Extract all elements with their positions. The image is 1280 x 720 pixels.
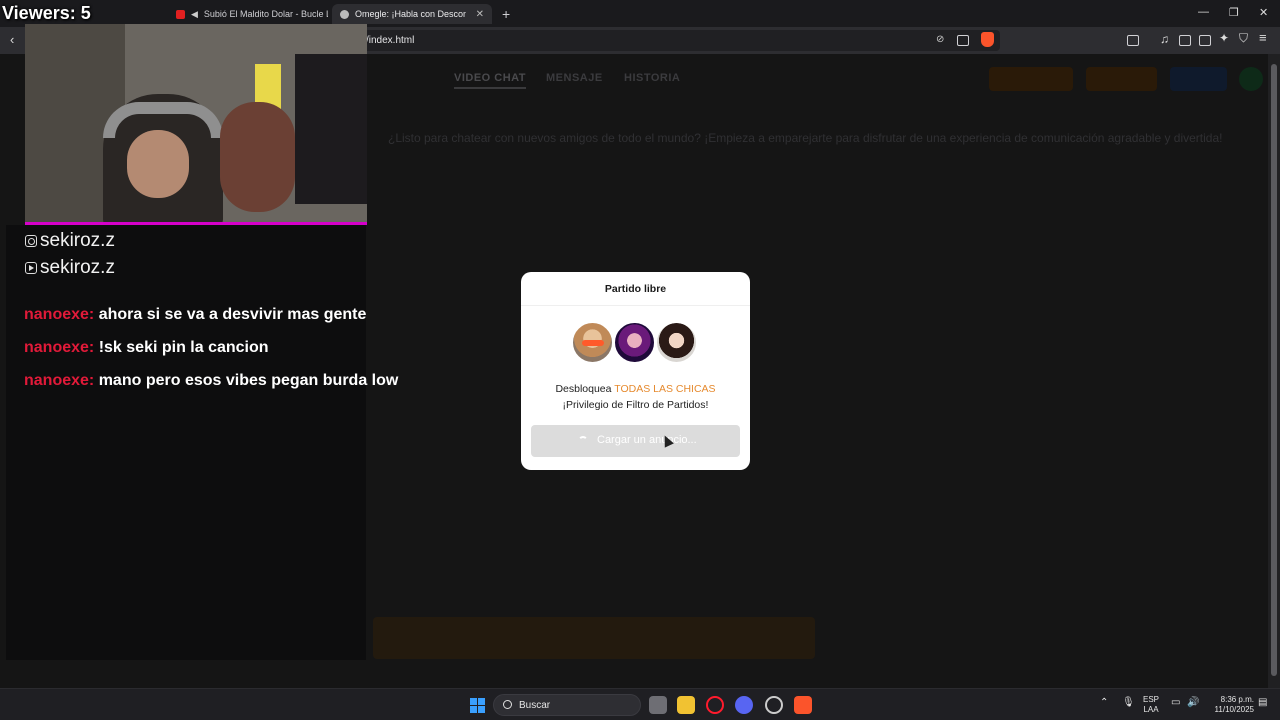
all-girls-highlight: TODAS LAS CHICAS: [614, 383, 716, 395]
instagram-handle-text: sekiroz.z: [40, 230, 115, 251]
header-button-3[interactable]: [1170, 67, 1227, 91]
minimize-icon[interactable]: —: [1198, 6, 1209, 18]
welcome-text: ¿Listo para chatear con nuevos amigos de…: [388, 131, 1223, 145]
opera-gx-icon[interactable]: [706, 696, 724, 714]
chat-username: nanoexe:: [24, 372, 95, 389]
tab-label: Omegle: ¡Habla con Desconocid: [355, 9, 466, 19]
header-button-1[interactable]: [989, 67, 1073, 91]
search-icon: [503, 700, 512, 709]
wallet-icon[interactable]: [1199, 35, 1211, 46]
tab-label: Subió El Maldito Dolar - Bucle Lu: [203, 9, 328, 19]
page-scrollbar[interactable]: [1268, 54, 1280, 688]
headphones-shape: [103, 102, 223, 138]
chat-username: nanoexe:: [24, 339, 95, 356]
avatar-group: [571, 321, 701, 365]
chat-message: nanoexe: ahora si se va a desvivir mas g…: [24, 303, 404, 327]
start-button[interactable]: [373, 617, 815, 659]
close-tab-icon[interactable]: ✕: [476, 9, 484, 20]
girl-avatar-1: [571, 321, 614, 364]
profile-avatar[interactable]: [1239, 67, 1263, 91]
nav-video-chat[interactable]: VIDEO CHAT: [454, 72, 527, 89]
volume-icon[interactable]: 🔊: [1187, 698, 1199, 708]
vpn-icon[interactable]: ⛉: [1239, 31, 1248, 46]
viewer-count: Viewers: 5: [2, 3, 91, 23]
nav-mensaje[interactable]: MENSAJE: [546, 72, 603, 84]
unlock-message: Desbloquea TODAS LAS CHICAS ¡Privilegio …: [531, 381, 740, 413]
chat-message: nanoexe: mano pero esos vibes pegan burd…: [24, 369, 404, 393]
discord-icon[interactable]: [735, 696, 753, 714]
brave-shields-icon[interactable]: [981, 32, 994, 47]
omegle-favicon-icon: [340, 9, 349, 19]
instagram-icon: [25, 235, 37, 247]
nav-historia[interactable]: HISTORIA: [624, 72, 680, 84]
cast-icon[interactable]: [957, 35, 969, 46]
chat-text: ahora si se va a desvivir mas gente: [98, 306, 367, 323]
network-icon[interactable]: ▭: [1171, 698, 1180, 708]
url-text: /index.html: [366, 35, 415, 46]
stream-chat-panel: [6, 225, 366, 660]
language-code: ESP: [1143, 695, 1160, 704]
tab-youtube[interactable]: ◀ Subió El Maldito Dolar - Bucle Lu: [168, 4, 328, 24]
unlock-text-start: Desbloquea: [555, 383, 615, 395]
load-ad-label: Cargar un anuncio...: [597, 434, 697, 446]
girl-avatar-2: [613, 321, 656, 364]
windows-start-icon[interactable]: [470, 698, 485, 713]
chat-text: mano pero esos vibes pegan burda low: [98, 372, 399, 389]
modal-divider: [521, 305, 750, 306]
sidebar-icon[interactable]: [1179, 35, 1191, 46]
language-sub: LAA: [1143, 705, 1159, 714]
tray-chevron-icon[interactable]: ⌃: [1100, 698, 1108, 708]
scrollbar-thumb[interactable]: [1271, 64, 1277, 676]
loading-spinner-icon: [578, 436, 588, 446]
notification-icon[interactable]: ▤: [1258, 698, 1267, 708]
cam-dark-area: [295, 54, 367, 204]
back-icon[interactable]: ‹: [10, 32, 14, 47]
load-ad-button[interactable]: Cargar un anuncio...: [531, 425, 740, 457]
chat-username: nanoexe:: [24, 306, 95, 323]
speaker-icon: ◀: [191, 8, 198, 19]
taskbar-search[interactable]: Buscar: [493, 694, 641, 716]
clock-date: 11/10/2025: [1214, 705, 1254, 714]
clock[interactable]: 8:36 p.m. 11/10/2025: [1208, 695, 1254, 715]
free-match-modal: Partido libre Desbloquea TODAS LAS CHICA…: [521, 272, 750, 470]
language-indicator[interactable]: ESP LAA: [1143, 695, 1159, 715]
instagram-handle: sekiroz.z: [25, 230, 115, 252]
screen: ◀ Subió El Maldito Dolar - Bucle Lu Omeg…: [0, 0, 1280, 720]
menu-icon[interactable]: ≡: [1259, 30, 1267, 45]
steam-icon[interactable]: [765, 696, 783, 714]
leo-ai-icon[interactable]: ✦: [1219, 31, 1229, 45]
windows-taskbar: Buscar ⌃ 🎙 ESP LAA ▭ 🔊 8:36 p.m. 11/10/2…: [0, 688, 1280, 720]
cam-face: [127, 130, 189, 198]
unlock-text-end: ¡Privilegio de Filtro de Partidos!: [562, 399, 709, 411]
anime-figure: [220, 102, 295, 212]
youtube-handle: sekiroz.z: [25, 257, 115, 279]
chat-message: nanoexe: !sk seki pin la cancion: [24, 336, 404, 360]
address-bar[interactable]: [360, 30, 1000, 51]
translate-off-icon[interactable]: ⊘: [936, 34, 944, 45]
close-window-icon[interactable]: ✕: [1259, 6, 1268, 19]
tab-omegle[interactable]: Omegle: ¡Habla con Desconocid ✕: [332, 4, 492, 24]
clock-time: 8:36 p.m.: [1220, 695, 1254, 704]
chat-text: !sk seki pin la cancion: [98, 339, 269, 356]
modal-title: Partido libre: [604, 283, 667, 295]
brave-browser-icon[interactable]: [794, 696, 812, 714]
reader-icon[interactable]: [1127, 35, 1139, 46]
webcam-feed: [25, 24, 367, 225]
girl-avatar-3: [655, 321, 698, 364]
file-explorer-icon[interactable]: [677, 696, 695, 714]
microphone-icon[interactable]: 🎙: [1122, 698, 1135, 708]
restore-icon[interactable]: ❐: [1229, 6, 1239, 19]
header-button-2[interactable]: [1086, 67, 1157, 91]
sunglasses-shape: [582, 340, 604, 346]
new-tab-button[interactable]: +: [494, 4, 514, 24]
browser-tab-bar: ◀ Subió El Maldito Dolar - Bucle Lu Omeg…: [0, 0, 1280, 27]
youtube-favicon-icon: [176, 9, 185, 19]
cam-person: [103, 94, 223, 222]
youtube-handle-text: sekiroz.z: [40, 257, 115, 278]
task-view-icon[interactable]: [649, 696, 667, 714]
media-icon[interactable]: ♫: [1160, 32, 1169, 46]
search-label: Buscar: [519, 700, 551, 711]
youtube-icon: [25, 262, 37, 274]
